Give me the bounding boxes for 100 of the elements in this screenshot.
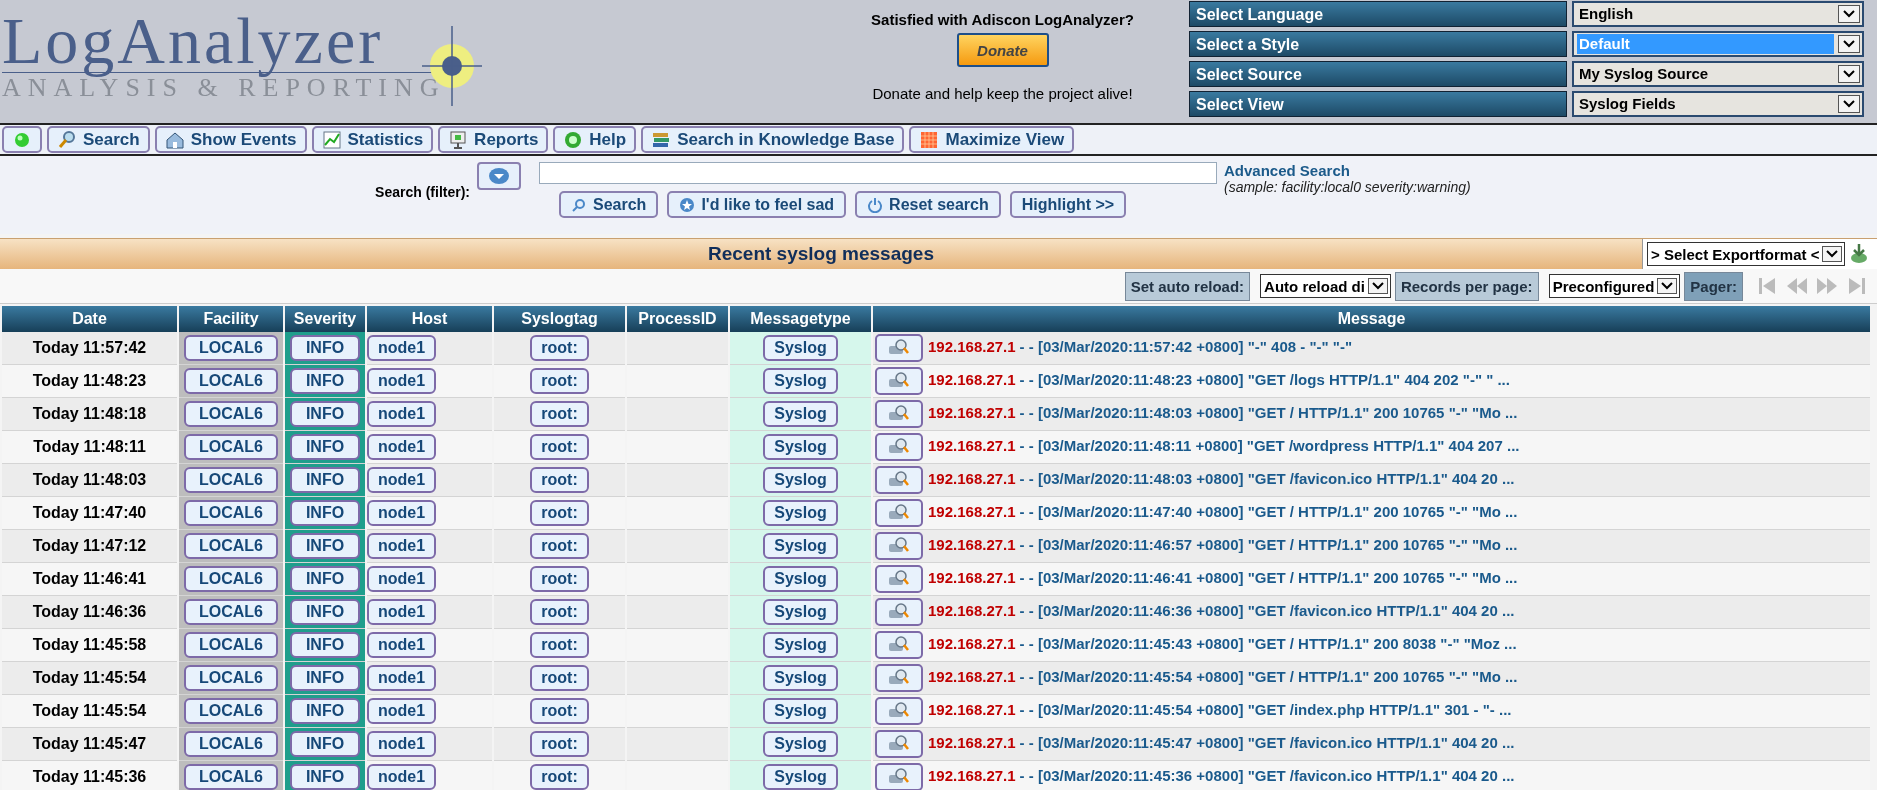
host-button[interactable]: node1 bbox=[367, 368, 437, 394]
column-header[interactable]: Message bbox=[873, 306, 1870, 332]
search-action-button[interactable]: Reset search bbox=[855, 191, 1001, 218]
syslogtag-button[interactable]: root: bbox=[530, 335, 589, 361]
severity-button[interactable]: INFO bbox=[290, 566, 360, 592]
messagetype-button[interactable]: Syslog bbox=[763, 665, 838, 691]
dropdown[interactable]: Syslog Fields bbox=[1572, 91, 1864, 117]
syslogtag-button[interactable]: root: bbox=[530, 401, 589, 427]
details-button[interactable] bbox=[875, 631, 923, 659]
host-button[interactable]: node1 bbox=[367, 533, 437, 559]
facility-button[interactable]: LOCAL6 bbox=[184, 632, 278, 658]
search-field[interactable] bbox=[539, 162, 1217, 184]
severity-button[interactable]: INFO bbox=[290, 368, 360, 394]
severity-button[interactable]: INFO bbox=[290, 764, 360, 790]
host-button[interactable]: node1 bbox=[367, 434, 437, 460]
messagetype-button[interactable]: Syslog bbox=[763, 434, 838, 460]
toolbar-button[interactable]: Statistics bbox=[311, 126, 434, 153]
messagetype-button[interactable]: Syslog bbox=[763, 500, 838, 526]
toolbar-button[interactable]: Show Events bbox=[154, 126, 307, 153]
facility-button[interactable]: LOCAL6 bbox=[184, 764, 278, 790]
facility-button[interactable]: LOCAL6 bbox=[184, 500, 278, 526]
severity-button[interactable]: INFO bbox=[290, 731, 360, 757]
details-button[interactable] bbox=[875, 466, 923, 494]
syslogtag-button[interactable]: root: bbox=[530, 500, 589, 526]
details-button[interactable] bbox=[875, 334, 923, 362]
details-button[interactable] bbox=[875, 433, 923, 461]
toolbar-button[interactable]: Reports bbox=[438, 126, 549, 153]
messagetype-button[interactable]: Syslog bbox=[763, 335, 838, 361]
syslogtag-button[interactable]: root: bbox=[530, 764, 589, 790]
messagetype-button[interactable]: Syslog bbox=[763, 698, 838, 724]
search-action-button[interactable]: Search bbox=[559, 191, 659, 218]
host-button[interactable]: node1 bbox=[367, 467, 437, 493]
column-header[interactable]: Messagetype bbox=[730, 306, 871, 332]
column-header[interactable]: Facility bbox=[179, 306, 283, 332]
details-button[interactable] bbox=[875, 400, 923, 428]
host-button[interactable]: node1 bbox=[367, 401, 437, 427]
toolbar-button[interactable]: Maximize View bbox=[909, 126, 1075, 153]
dropdown[interactable]: English bbox=[1572, 1, 1864, 27]
facility-button[interactable]: LOCAL6 bbox=[184, 566, 278, 592]
host-button[interactable]: node1 bbox=[367, 698, 437, 724]
severity-button[interactable]: INFO bbox=[290, 401, 360, 427]
host-button[interactable]: node1 bbox=[367, 731, 437, 757]
facility-button[interactable]: LOCAL6 bbox=[184, 698, 278, 724]
column-header[interactable]: Host bbox=[367, 306, 492, 332]
search-action-button[interactable]: Highlight >> bbox=[1009, 191, 1127, 218]
messagetype-button[interactable]: Syslog bbox=[763, 368, 838, 394]
facility-button[interactable]: LOCAL6 bbox=[184, 599, 278, 625]
severity-button[interactable]: INFO bbox=[290, 533, 360, 559]
facility-button[interactable]: LOCAL6 bbox=[184, 731, 278, 757]
severity-button[interactable]: INFO bbox=[290, 335, 360, 361]
donate-button[interactable]: Donate bbox=[956, 33, 1049, 67]
syslogtag-button[interactable]: root: bbox=[530, 632, 589, 658]
messagetype-button[interactable]: Syslog bbox=[763, 566, 838, 592]
search-action-button[interactable]: I'd like to feel sad bbox=[667, 191, 847, 218]
details-button[interactable] bbox=[875, 598, 923, 626]
advanced-search-link[interactable]: Advanced Search bbox=[1224, 162, 1471, 179]
severity-button[interactable]: INFO bbox=[290, 665, 360, 691]
syslogtag-button[interactable]: root: bbox=[530, 566, 589, 592]
toolbar-button[interactable]: Help bbox=[553, 126, 637, 153]
dropdown[interactable]: My Syslog Source bbox=[1572, 61, 1864, 87]
messagetype-button[interactable]: Syslog bbox=[763, 467, 838, 493]
details-button[interactable] bbox=[875, 367, 923, 395]
syslogtag-button[interactable]: root: bbox=[530, 731, 589, 757]
syslogtag-button[interactable]: root: bbox=[530, 698, 589, 724]
messagetype-button[interactable]: Syslog bbox=[763, 764, 838, 790]
messagetype-button[interactable]: Syslog bbox=[763, 401, 838, 427]
severity-button[interactable]: INFO bbox=[290, 434, 360, 460]
export-dropdown[interactable]: > Select Exportformat < bbox=[1647, 242, 1846, 266]
column-header[interactable]: Syslogtag bbox=[494, 306, 625, 332]
host-button[interactable]: node1 bbox=[367, 764, 437, 790]
messagetype-button[interactable]: Syslog bbox=[763, 731, 838, 757]
severity-button[interactable]: INFO bbox=[290, 698, 360, 724]
records-per-page-dropdown[interactable]: Preconfigured bbox=[1548, 274, 1681, 298]
syslogtag-button[interactable]: root: bbox=[530, 533, 589, 559]
facility-button[interactable]: LOCAL6 bbox=[184, 368, 278, 394]
facility-button[interactable]: LOCAL6 bbox=[184, 533, 278, 559]
facility-button[interactable]: LOCAL6 bbox=[184, 665, 278, 691]
toolbar-button[interactable]: Search bbox=[47, 126, 150, 153]
host-button[interactable]: node1 bbox=[367, 566, 437, 592]
details-button[interactable] bbox=[875, 763, 923, 790]
facility-button[interactable]: LOCAL6 bbox=[184, 335, 278, 361]
facility-button[interactable]: LOCAL6 bbox=[184, 434, 278, 460]
facility-button[interactable]: LOCAL6 bbox=[184, 467, 278, 493]
details-button[interactable] bbox=[875, 697, 923, 725]
messagetype-button[interactable]: Syslog bbox=[763, 632, 838, 658]
host-button[interactable]: node1 bbox=[367, 665, 437, 691]
severity-button[interactable]: INFO bbox=[290, 500, 360, 526]
syslogtag-button[interactable]: root: bbox=[530, 599, 589, 625]
syslogtag-button[interactable]: root: bbox=[530, 368, 589, 394]
column-header[interactable]: Severity bbox=[285, 306, 365, 332]
messagetype-button[interactable]: Syslog bbox=[763, 599, 838, 625]
details-button[interactable] bbox=[875, 730, 923, 758]
details-button[interactable] bbox=[875, 565, 923, 593]
facility-button[interactable]: LOCAL6 bbox=[184, 401, 278, 427]
host-button[interactable]: node1 bbox=[367, 500, 437, 526]
severity-button[interactable]: INFO bbox=[290, 467, 360, 493]
host-button[interactable]: node1 bbox=[367, 632, 437, 658]
auto-reload-dropdown[interactable]: Auto reload di bbox=[1260, 274, 1391, 298]
column-header[interactable]: ProcessID bbox=[627, 306, 728, 332]
syslogtag-button[interactable]: root: bbox=[530, 434, 589, 460]
